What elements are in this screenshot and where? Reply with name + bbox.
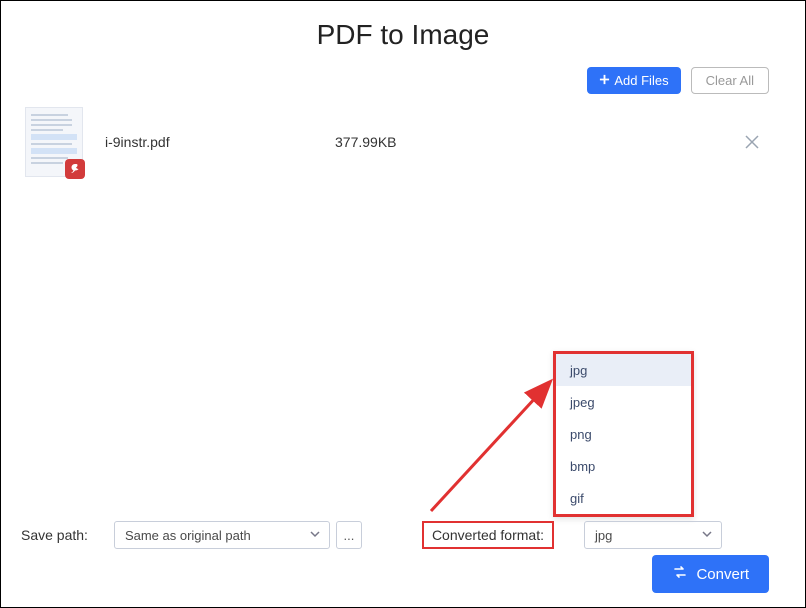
chevron-down-icon [701,528,713,543]
format-option-gif[interactable]: gif [556,482,691,514]
file-name: i-9instr.pdf [105,134,335,150]
add-files-button[interactable]: Add Files [587,67,680,94]
format-option-bmp[interactable]: bmp [556,450,691,482]
converted-format-value: jpg [595,528,612,543]
browse-path-button[interactable]: ... [336,521,362,549]
file-row: i-9instr.pdf 377.99KB [25,106,765,178]
page-title: PDF to Image [317,19,490,51]
add-files-label: Add Files [614,73,668,88]
file-size: 377.99KB [335,134,739,150]
clear-all-button[interactable]: Clear All [691,67,769,94]
converted-format-select[interactable]: jpg [584,521,722,549]
converted-format-label: Converted format: [422,521,554,549]
save-path-value: Same as original path [125,528,251,543]
save-path-select[interactable]: Same as original path [114,521,330,549]
remove-file-button[interactable] [739,129,765,155]
format-option-jpeg[interactable]: jpeg [556,386,691,418]
convert-icon [672,564,688,584]
format-dropdown-popup: jpg jpeg png bmp gif [553,351,694,517]
format-option-jpg[interactable]: jpg [556,354,691,386]
convert-label: Convert [696,566,749,583]
close-icon [744,134,760,150]
convert-button[interactable]: Convert [652,555,769,593]
pdf-badge-icon [65,159,85,179]
chevron-down-icon [309,528,321,543]
plus-icon [599,73,610,88]
save-path-label: Save path: [21,527,88,543]
format-option-png[interactable]: png [556,418,691,450]
file-thumbnail [25,107,83,177]
